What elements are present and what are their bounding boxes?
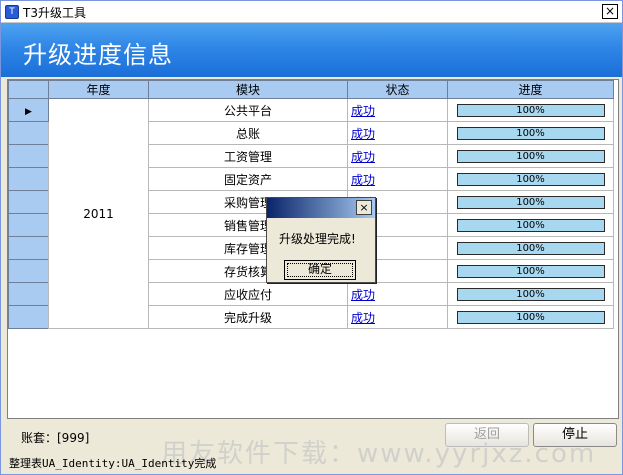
progress-cell: 100% [447,167,614,191]
progress-cell: 100% [447,121,614,145]
dialog-message: 升级处理完成! [279,232,356,246]
table-row[interactable]: ▶ 2011 公共平台 成功 100% [8,98,614,329]
progress-cell: 100% [447,236,614,260]
module-cell: 固定资产 [148,167,348,191]
column-header-progress[interactable]: 进度 [447,80,614,99]
status-cell: 成功 [347,305,448,329]
status-link[interactable]: 成功 [351,127,375,141]
row-header[interactable]: ▶ [8,98,49,122]
row-header[interactable] [8,121,49,145]
title-bar: T T3升级工具 × [1,1,622,23]
row-header[interactable] [8,213,49,237]
banner: 升级进度信息 [1,23,622,77]
status-link[interactable]: 成功 [351,288,375,302]
completion-dialog: × 升级处理完成! 确定 [266,197,376,283]
watermark: 用友软件下载：www.yyrjxz.com [161,439,597,469]
window-title: T3升级工具 [23,6,86,20]
year-cell: 2011 [48,98,149,329]
progress-cell: 100% [447,305,614,329]
progress-bar: 100% [456,103,605,117]
progress-bar: 100% [456,264,605,278]
progress-bar: 100% [456,126,605,140]
module-cell: 工资管理 [148,144,348,168]
status-text: 整理表UA_Identity:UA_Identity完成 [9,457,217,470]
progress-cell: 100% [447,98,614,122]
status-link[interactable]: 成功 [351,173,375,187]
current-row-arrow-icon: ▶ [25,107,32,117]
status-link[interactable]: 成功 [351,104,375,118]
status-cell: 成功 [347,144,448,168]
progress-bar: 100% [456,310,605,324]
account-label: 账套：[999] [21,431,90,445]
progress-cell: 100% [447,213,614,237]
progress-bar: 100% [456,241,605,255]
dialog-title-bar: × [267,198,375,218]
module-cell: 总账 [148,121,348,145]
progress-bar: 100% [456,287,605,301]
status-link[interactable]: 成功 [351,311,375,325]
status-cell: 成功 [347,98,448,122]
progress-bar: 100% [456,195,605,209]
row-header[interactable] [8,282,49,306]
progress-bar: 100% [456,172,605,186]
window-close-button[interactable]: × [602,4,618,19]
column-header-module[interactable]: 模块 [148,80,348,99]
progress-bar: 100% [456,149,605,163]
status-cell: 成功 [347,167,448,191]
column-header-year[interactable]: 年度 [48,80,149,99]
progress-cell: 100% [447,282,614,306]
row-header-corner [8,80,49,99]
row-header[interactable] [8,167,49,191]
grid-header-row: 年度 模块 状态 进度 [8,80,614,99]
status-cell: 成功 [347,282,448,306]
progress-cell: 100% [447,144,614,168]
upgrade-tool-window: T T3升级工具 × 升级进度信息 年度 模块 状态 进度 ▶ 2011 公共平… [0,0,623,475]
column-header-status[interactable]: 状态 [347,80,448,99]
status-link[interactable]: 成功 [351,150,375,164]
progress-cell: 100% [447,190,614,214]
module-cell: 应收应付 [148,282,348,306]
module-cell: 完成升级 [148,305,348,329]
status-cell: 成功 [347,121,448,145]
dialog-close-button[interactable]: × [356,200,372,215]
dialog-ok-button[interactable]: 确定 [284,260,356,280]
row-header[interactable] [8,236,49,260]
progress-cell: 100% [447,259,614,283]
progress-bar: 100% [456,218,605,232]
row-header[interactable] [8,305,49,329]
row-header[interactable] [8,259,49,283]
banner-title: 升级进度信息 [23,41,173,69]
module-cell: 公共平台 [148,98,348,122]
t3-app-icon: T [5,5,19,19]
row-header[interactable] [8,190,49,214]
row-header[interactable] [8,144,49,168]
